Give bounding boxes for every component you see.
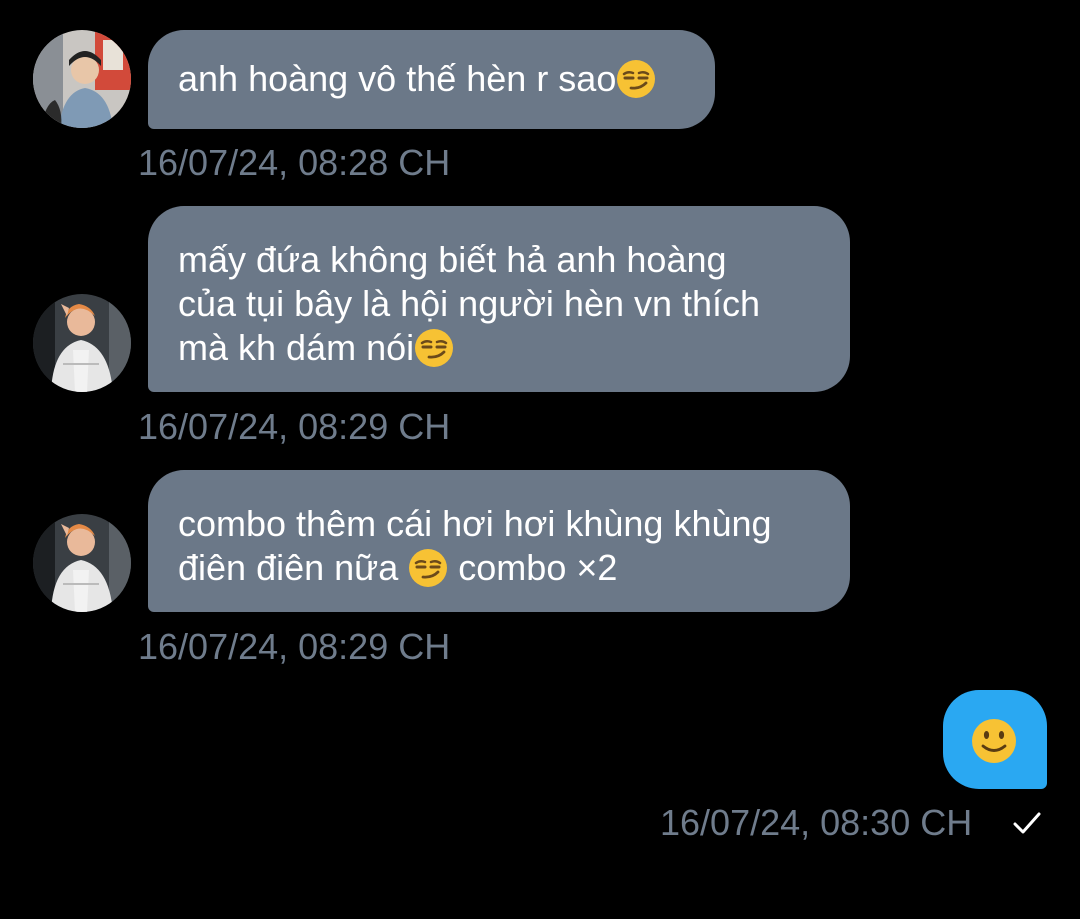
- smirking-face-icon: [415, 329, 454, 367]
- message-text-line: combo thêm cái hơi hơi khùng khùng: [178, 503, 772, 544]
- message-timestamp: 16/07/24, 08:29 CH: [138, 406, 451, 447]
- message-bubble[interactable]: anh hoàng vô thế hèn r sao: [148, 30, 715, 129]
- sender-avatar[interactable]: [33, 514, 131, 612]
- message-timestamp: 16/07/24, 08:30 CH: [660, 802, 973, 843]
- slightly-smiling-face-icon: [972, 719, 1016, 763]
- sender-avatar[interactable]: [33, 294, 131, 392]
- message-text: anh hoàng vô thế hèn r sao: [178, 57, 685, 101]
- message-bubble[interactable]: mấy đứa không biết hả anh hoàng của tụi …: [148, 206, 850, 392]
- smirking-face-icon: [617, 60, 656, 98]
- check-icon: [1013, 812, 1041, 834]
- smirking-face-icon: [409, 549, 448, 587]
- message-text-line: mà kh dám nói: [178, 326, 820, 370]
- message-timestamp: 16/07/24, 08:28 CH: [138, 142, 451, 183]
- message-text-line: điên điên nữa combo ×2: [178, 547, 618, 588]
- sender-avatar[interactable]: [33, 30, 131, 128]
- message-bubble[interactable]: combo thêm cái hơi hơi khùng khùng điên …: [148, 470, 850, 612]
- message-timestamp: 16/07/24, 08:29 CH: [138, 626, 451, 667]
- message-text-line: của tụi bây là hội người hèn vn thích: [178, 283, 761, 324]
- outgoing-message-bubble[interactable]: [943, 690, 1047, 789]
- message-text-line: mấy đứa không biết hả anh hoàng: [178, 239, 727, 280]
